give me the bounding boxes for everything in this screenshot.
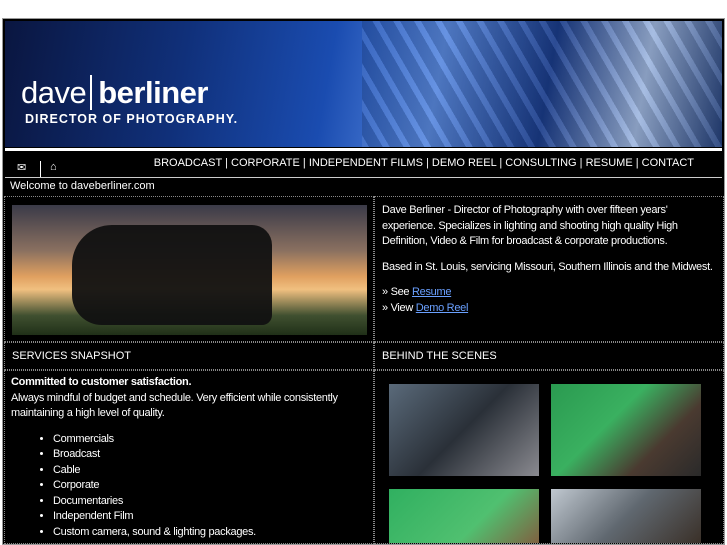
logo-subtitle: DIRECTOR OF PHOTOGRAPHY.	[25, 112, 239, 126]
services-heading: SERVICES SNAPSHOT	[12, 350, 131, 362]
header-banner: dave berliner DIRECTOR OF PHOTOGRAPHY.	[5, 21, 722, 147]
list-item: Broadcast	[53, 447, 373, 463]
list-item: Commercials	[53, 432, 373, 448]
behind-heading: BEHIND THE SCENES	[382, 350, 497, 362]
hero-camera-photo	[12, 205, 367, 335]
behind-photo-2[interactable]	[551, 384, 701, 476]
mail-icon[interactable]: ✉	[17, 161, 26, 174]
nav-bar: ✉ ⌂ BROADCAST | CORPORATE | INDEPENDENT …	[5, 151, 722, 178]
behind-photo-4[interactable]	[551, 489, 701, 543]
behind-box	[374, 370, 724, 544]
behind-header: BEHIND THE SCENES	[374, 342, 724, 370]
intro-box: Dave Berliner - Director of Photography …	[374, 196, 724, 342]
list-item: Documentaries	[53, 494, 373, 510]
logo-name-light: dave	[21, 75, 87, 110]
view-prefix: » View	[382, 301, 416, 314]
banner-equipment-graphic	[362, 21, 722, 147]
behind-photo-1[interactable]	[389, 384, 539, 476]
list-item: Corporate	[53, 478, 373, 494]
list-item: Custom camera, sound & lighting packages…	[53, 525, 373, 541]
list-item: Independent Film	[53, 509, 373, 525]
demo-reel-link[interactable]: Demo Reel	[416, 302, 469, 314]
home-icon[interactable]: ⌂	[50, 161, 57, 173]
nav-broadcast[interactable]: BROADCAST	[154, 157, 222, 169]
location-text: Based in St. Louis, servicing Missouri, …	[382, 260, 713, 273]
services-header: SERVICES SNAPSHOT	[4, 342, 374, 370]
hero-box	[4, 196, 374, 342]
nav-links: BROADCAST | CORPORATE | INDEPENDENT FILM…	[153, 157, 694, 169]
intro-text: Dave Berliner - Director of Photography …	[382, 204, 678, 247]
nav-contact[interactable]: CONTACT	[642, 157, 694, 169]
services-text: Always mindful of budget and schedule. V…	[11, 391, 338, 420]
nav-consulting[interactable]: CONSULTING	[505, 157, 576, 169]
logo-name-bold: berliner	[90, 75, 208, 110]
see-prefix: » See	[382, 286, 413, 298]
nav-separator	[40, 161, 41, 177]
nav-independent-films[interactable]: INDEPENDENT FILMS	[309, 157, 423, 169]
nav-demo-reel[interactable]: DEMO REEL	[432, 157, 496, 169]
services-bold: Committed to customer satisfaction.	[11, 376, 192, 388]
page: dave berliner DIRECTOR OF PHOTOGRAPHY. ✉ …	[2, 18, 725, 545]
services-list: Commercials Broadcast Cable Corporate Do…	[53, 432, 373, 541]
logo[interactable]: dave berliner	[21, 75, 208, 111]
nav-corporate[interactable]: CORPORATE	[231, 157, 300, 169]
welcome-text: Welcome to daveberliner.com	[10, 180, 155, 192]
services-box: Committed to customer satisfaction. Alwa…	[4, 370, 374, 544]
nav-resume[interactable]: RESUME	[586, 157, 633, 169]
behind-photo-3[interactable]	[389, 489, 539, 543]
list-item: Cable	[53, 463, 373, 479]
resume-link[interactable]: Resume	[412, 286, 451, 298]
